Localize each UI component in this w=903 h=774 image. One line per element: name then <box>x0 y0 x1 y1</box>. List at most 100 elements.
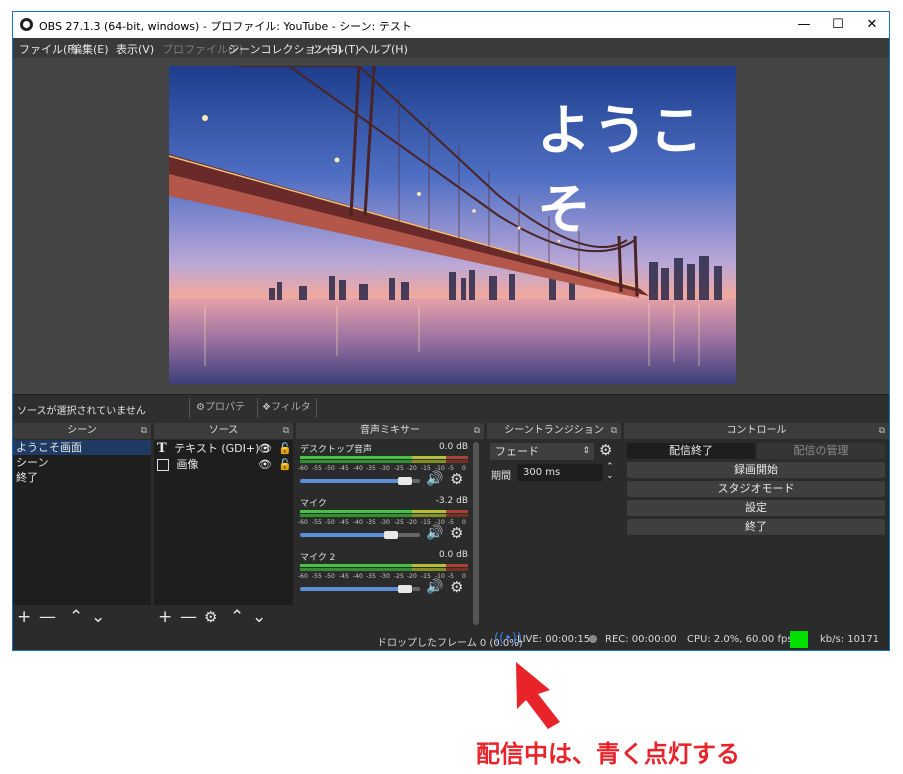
meter-scale-label: -45 <box>339 573 349 580</box>
undock-icon[interactable]: ⧉ <box>611 423 617 439</box>
stop-streaming-button[interactable]: 配信終了 <box>627 443 755 459</box>
mixer-title: 音声ミキサー <box>360 425 420 436</box>
studio-mode-button[interactable]: スタジオモード <box>627 481 885 497</box>
mixer-header: 音声ミキサー ⧉ <box>296 423 484 439</box>
menu-help[interactable]: ヘルプ(H) <box>358 41 408 57</box>
minimize-icon[interactable]: — <box>787 12 821 38</box>
meter-scale-label: -50 <box>325 519 335 526</box>
obs-logo-icon <box>20 18 33 31</box>
image-icon <box>157 459 169 471</box>
sources-title: ソース <box>208 425 239 436</box>
scene-item[interactable]: シーン <box>13 455 151 470</box>
slider-knob[interactable] <box>398 585 412 593</box>
duration-input[interactable]: 300 ms <box>517 464 603 481</box>
source-filters-button[interactable]: ❖フィルタ <box>257 398 317 418</box>
mixer-channel: マイク -3.2 dB -60 -55 -50 -45 -40 -35 -30 -25 -20 -15… <box>298 496 470 548</box>
add-source-icon[interactable]: + <box>158 607 172 627</box>
source-toolbar: ソースが選択されていません ⚙プロパティ ❖フィルタ <box>13 394 889 433</box>
window-title: OBS 27.1.3 (64-bit, windows) - プロファイル: Y… <box>39 20 412 33</box>
source-properties-button[interactable]: ⚙プロパティ <box>189 398 254 433</box>
volume-meter <box>300 563 468 572</box>
menu-file[interactable]: ファイル(F) <box>19 41 78 57</box>
undock-icon[interactable]: ⧉ <box>879 423 885 439</box>
meter-scale-label: -60 <box>298 465 308 472</box>
channel-name: マイク <box>300 499 327 509</box>
gear-icon[interactable]: ⚙ <box>450 470 463 488</box>
move-up-icon[interactable]: ⌃ <box>69 607 83 627</box>
visibility-eye-icon[interactable]: 👁 <box>258 441 272 456</box>
volume-meter <box>300 509 468 518</box>
preview-canvas[interactable]: ようこそ <box>169 66 736 384</box>
sources-header: ソース ⧉ <box>154 423 293 439</box>
live-timer: LIVE: 00:00:15 <box>517 634 591 645</box>
meter-scale-label: -25 <box>394 519 404 526</box>
visibility-eye-icon[interactable]: 👁 <box>258 457 272 472</box>
gear-icon[interactable]: ⚙ <box>450 578 463 596</box>
sources-dock: ソース ⧉ T テキスト (GDI+) 3 👁 🔓 画像 👁 🔓 + — ⚙ ⌃… <box>154 423 293 629</box>
mixer-body: デスクトップ音声 0.0 dB -60 -55 -50 -45 -40 -35 -30 -25 -2… <box>296 440 484 629</box>
maximize-icon[interactable]: ☐ <box>821 12 855 38</box>
filters-label: フィルタ <box>270 402 311 413</box>
lock-icon[interactable]: 🔓 <box>278 441 292 456</box>
duration-label: 期間 <box>491 471 511 482</box>
undock-icon[interactable]: ⧉ <box>474 423 480 439</box>
move-down-icon[interactable]: ⌄ <box>252 607 266 627</box>
slider-knob[interactable] <box>384 531 398 539</box>
slider-knob[interactable] <box>398 477 412 485</box>
mixer-scrollbar[interactable] <box>473 442 479 625</box>
updown-arrow-icon: ⇕ <box>582 446 590 456</box>
source-item[interactable]: 画像 👁 🔓 <box>154 457 293 472</box>
scenes-dock: シーン ⧉ ようこそ画面 シーン 終了 + — ⌃ ⌄ <box>13 423 151 629</box>
meter-scale-label: -20 <box>407 519 417 526</box>
remove-scene-icon[interactable]: — <box>39 607 56 627</box>
close-icon[interactable]: ✕ <box>855 12 889 38</box>
scenes-header: シーン ⧉ <box>13 423 151 439</box>
meter-scale-label: -50 <box>325 573 335 580</box>
channel-name: デスクトップ音声 <box>300 445 373 455</box>
meter-scale-label: -55 <box>312 573 322 580</box>
start-recording-button[interactable]: 録画開始 <box>627 462 885 478</box>
exit-button[interactable]: 終了 <box>627 519 885 535</box>
speaker-icon[interactable]: 🔊 <box>426 579 443 595</box>
meter-scale-label: -25 <box>394 573 404 580</box>
sources-tools: + — ⚙ ⌃ ⌄ <box>154 605 293 629</box>
mixer-channel: デスクトップ音声 0.0 dB -60 -55 -50 -45 -40 -35 -30 -25 -2… <box>298 442 470 494</box>
source-item[interactable]: T テキスト (GDI+) 3 👁 🔓 <box>154 441 293 456</box>
menu-tools[interactable]: ツール(T) <box>311 41 359 57</box>
status-bar: ドロップしたフレーム 0 (0.0%) ((•)) LIVE: 00:00:15… <box>13 630 889 650</box>
menu-edit[interactable]: 編集(E) <box>71 41 109 57</box>
speaker-icon[interactable]: 🔊 <box>426 525 443 541</box>
undock-icon[interactable]: ⧉ <box>141 423 147 439</box>
scene-item[interactable]: 終了 <box>13 470 151 485</box>
spin-down-icon[interactable]: ⌄ <box>606 471 614 481</box>
volume-slider[interactable] <box>300 584 420 594</box>
meter-scale-label: -30 <box>380 519 390 526</box>
add-scene-icon[interactable]: + <box>17 607 31 627</box>
volume-meter <box>300 455 468 464</box>
meter-scale-label: -25 <box>394 465 404 472</box>
preview-area: ようこそ <box>13 58 889 398</box>
menu-view[interactable]: 表示(V) <box>116 41 154 57</box>
gear-icon[interactable]: ⚙ <box>450 524 463 542</box>
no-source-selected-text: ソースが選択されていません <box>17 406 146 417</box>
gear-icon[interactable]: ⚙ <box>204 607 217 627</box>
controls-header: コントロール ⧉ <box>624 423 889 439</box>
scene-item[interactable]: ようこそ画面 <box>13 440 151 455</box>
source-label: 画像 <box>176 458 199 471</box>
settings-button[interactable]: 設定 <box>627 500 885 516</box>
meter-scale-label: -55 <box>312 465 322 472</box>
manage-stream-button[interactable]: 配信の管理 <box>757 443 885 459</box>
remove-source-icon[interactable]: — <box>180 607 197 627</box>
move-up-icon[interactable]: ⌃ <box>230 607 244 627</box>
transition-select[interactable]: フェード ⇕ <box>490 443 594 460</box>
volume-slider[interactable] <box>300 530 420 540</box>
undock-icon[interactable]: ⧉ <box>283 423 289 439</box>
lock-icon[interactable]: 🔓 <box>278 457 292 472</box>
channel-db: 0.0 dB <box>438 550 468 560</box>
gear-icon[interactable]: ⚙ <box>599 441 612 459</box>
speaker-icon[interactable]: 🔊 <box>426 471 443 487</box>
source-label: テキスト (GDI+) 3 <box>174 442 270 455</box>
volume-slider[interactable] <box>300 476 420 486</box>
gear-icon: ⚙ <box>196 402 205 413</box>
move-down-icon[interactable]: ⌄ <box>91 607 105 627</box>
